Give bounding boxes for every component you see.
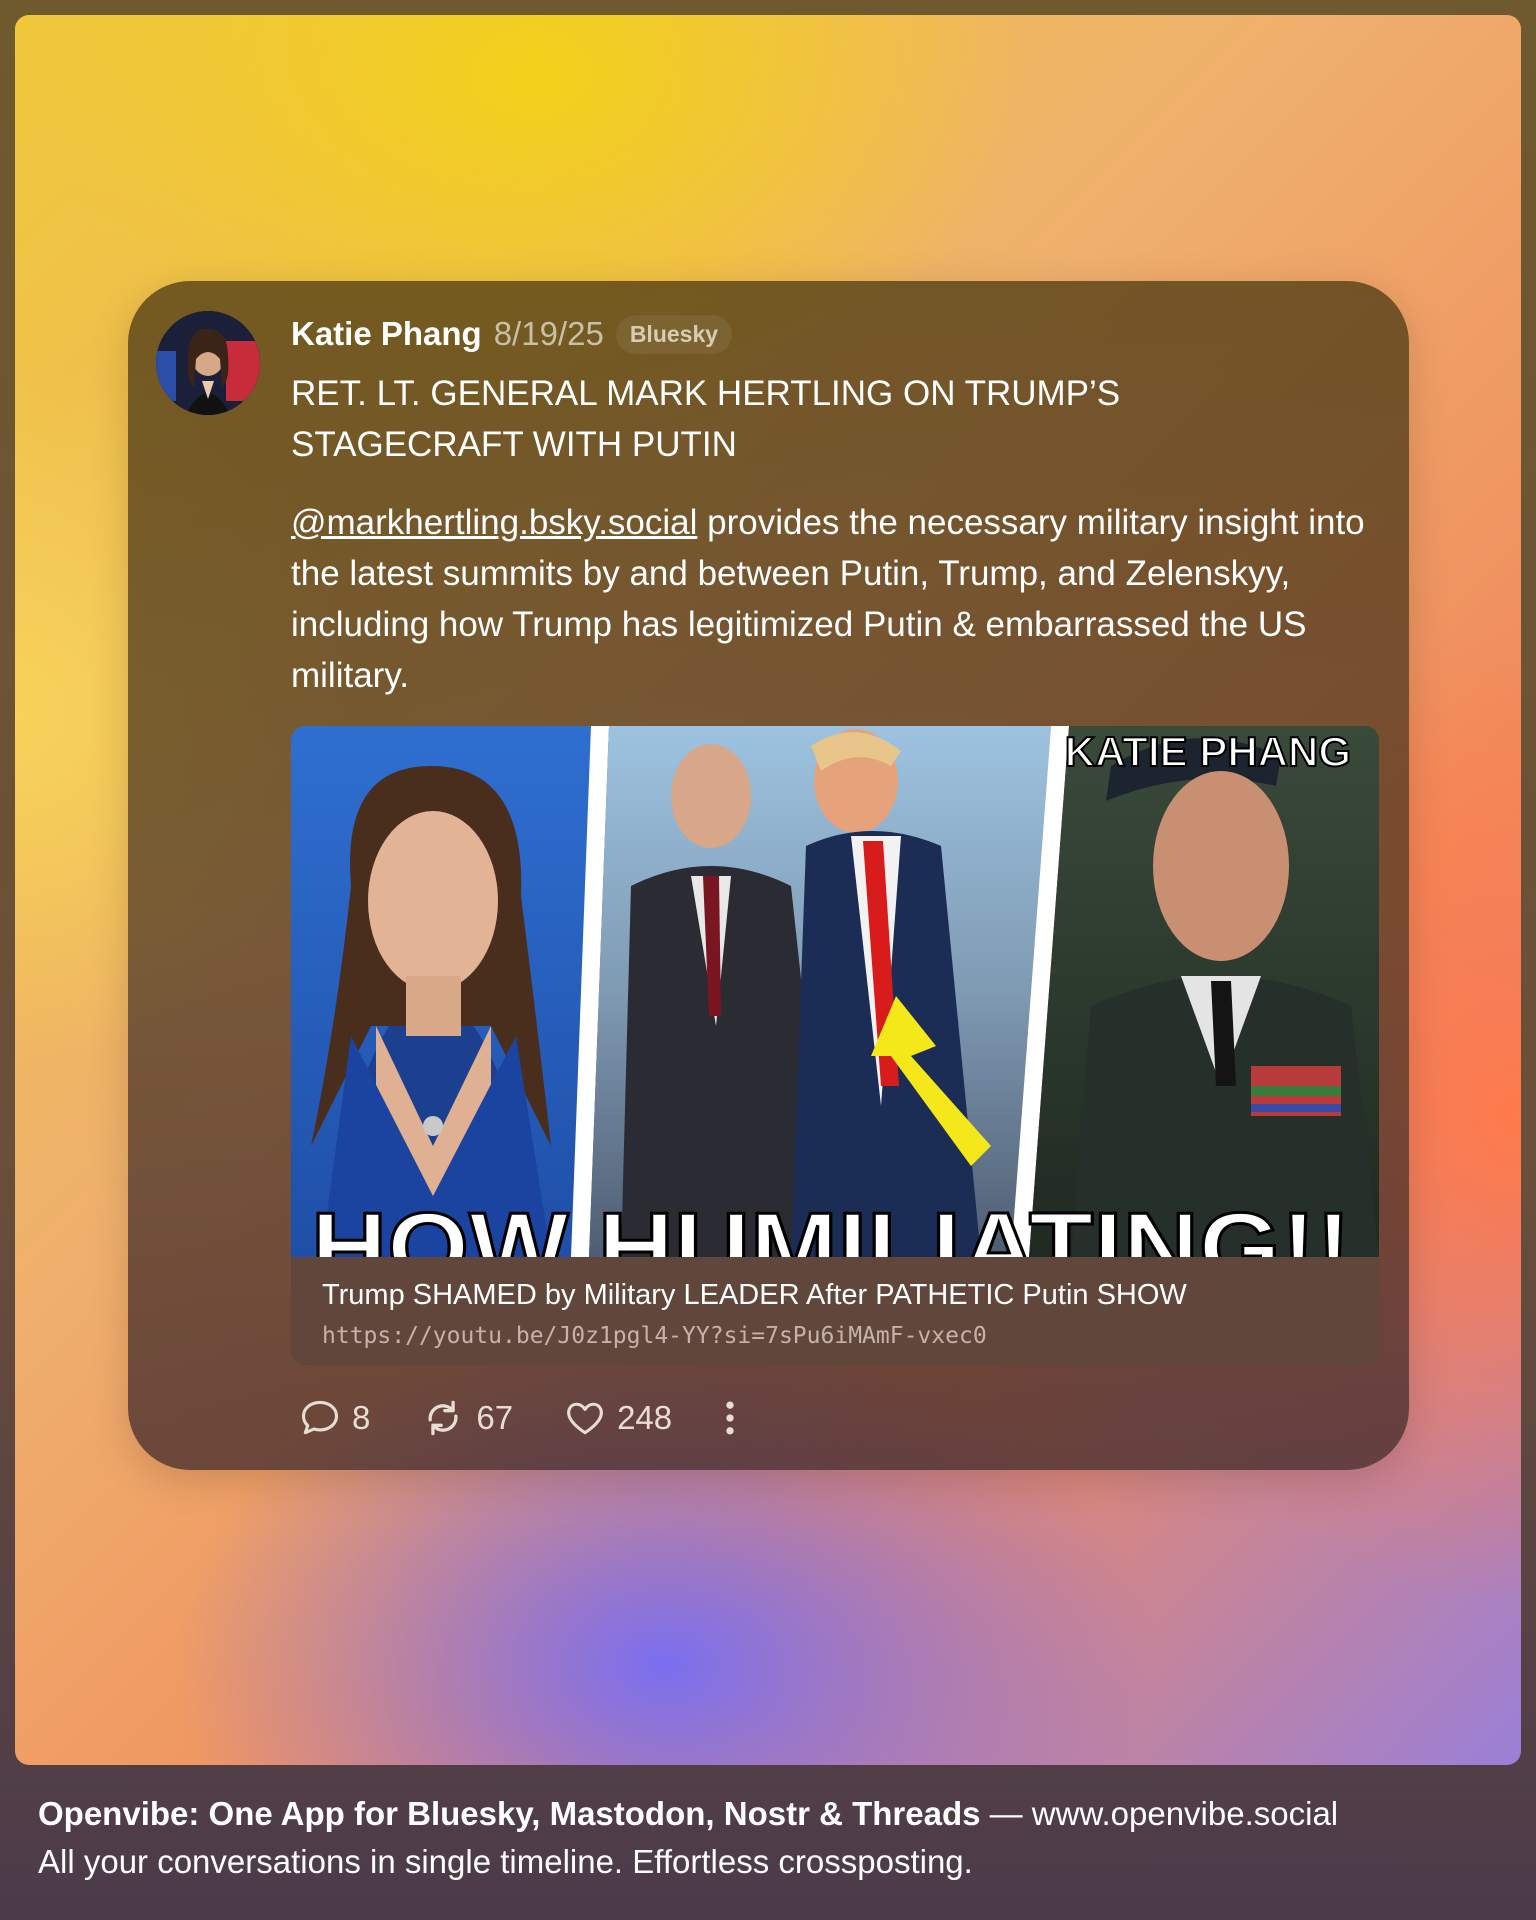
repost-icon <box>428 1400 458 1436</box>
thumbnail-image: KATIE PHANG HOW HUMILIATING!! <box>291 726 1379 1257</box>
footer-tagline: All your conversations in single timelin… <box>38 1843 973 1880</box>
like-icon <box>567 1402 603 1435</box>
more-button[interactable] <box>720 1396 740 1440</box>
network-badge: Bluesky <box>615 314 733 354</box>
like-button[interactable]: 248 <box>563 1396 672 1440</box>
avatar-image <box>156 311 260 415</box>
post-title: RET. LT. GENERAL MARK HERTLING ON TRUMP’… <box>291 374 1121 464</box>
post-actions: 8 67 248 <box>298 1393 740 1443</box>
video-thumbnail: KATIE PHANG HOW HUMILIATING!! <box>291 726 1379 1257</box>
post-header: Katie Phang 8/19/25 Bluesky <box>291 312 733 356</box>
footer-line-1: Openvibe: One App for Bluesky, Mastodon,… <box>38 1790 1498 1838</box>
link-url: https://youtu.be/J0z1pgl4-YY?si=7sPu6iMA… <box>322 1323 987 1349</box>
post-date[interactable]: 8/19/25 <box>494 315 604 353</box>
author-avatar[interactable] <box>156 311 260 415</box>
promo-footer: Openvibe: One App for Bluesky, Mastodon,… <box>38 1790 1498 1886</box>
reply-count: 8 <box>352 1399 371 1436</box>
footer-headline: Openvibe: One App for Bluesky, Mastodon,… <box>38 1795 981 1832</box>
link-title: Trump SHAMED by Military LEADER After PA… <box>322 1279 1187 1311</box>
footer-separator: — <box>980 1795 1032 1832</box>
author-name[interactable]: Katie Phang <box>291 315 482 353</box>
thumbnail-caption: HOW HUMILIATING!! <box>311 1192 1351 1257</box>
link-preview-card[interactable]: KATIE PHANG HOW HUMILIATING!! Trump SHAM… <box>291 726 1379 1365</box>
repost-count: 67 <box>476 1399 514 1436</box>
more-icon <box>726 1401 734 1435</box>
repost-button[interactable]: 67 <box>420 1396 513 1440</box>
link-meta: Trump SHAMED by Military LEADER After PA… <box>291 1257 1379 1365</box>
footer-site-link[interactable]: www.openvibe.social <box>1032 1795 1338 1832</box>
like-count: 248 <box>617 1399 673 1436</box>
mention-link[interactable]: @markhertling.bsky.social <box>291 503 697 542</box>
thumbnail-brand: KATIE PHANG <box>1065 728 1351 775</box>
reply-button[interactable]: 8 <box>298 1396 370 1440</box>
post-body: @markhertling.bsky.social provides the n… <box>291 497 1381 701</box>
reply-icon <box>301 1400 339 1435</box>
